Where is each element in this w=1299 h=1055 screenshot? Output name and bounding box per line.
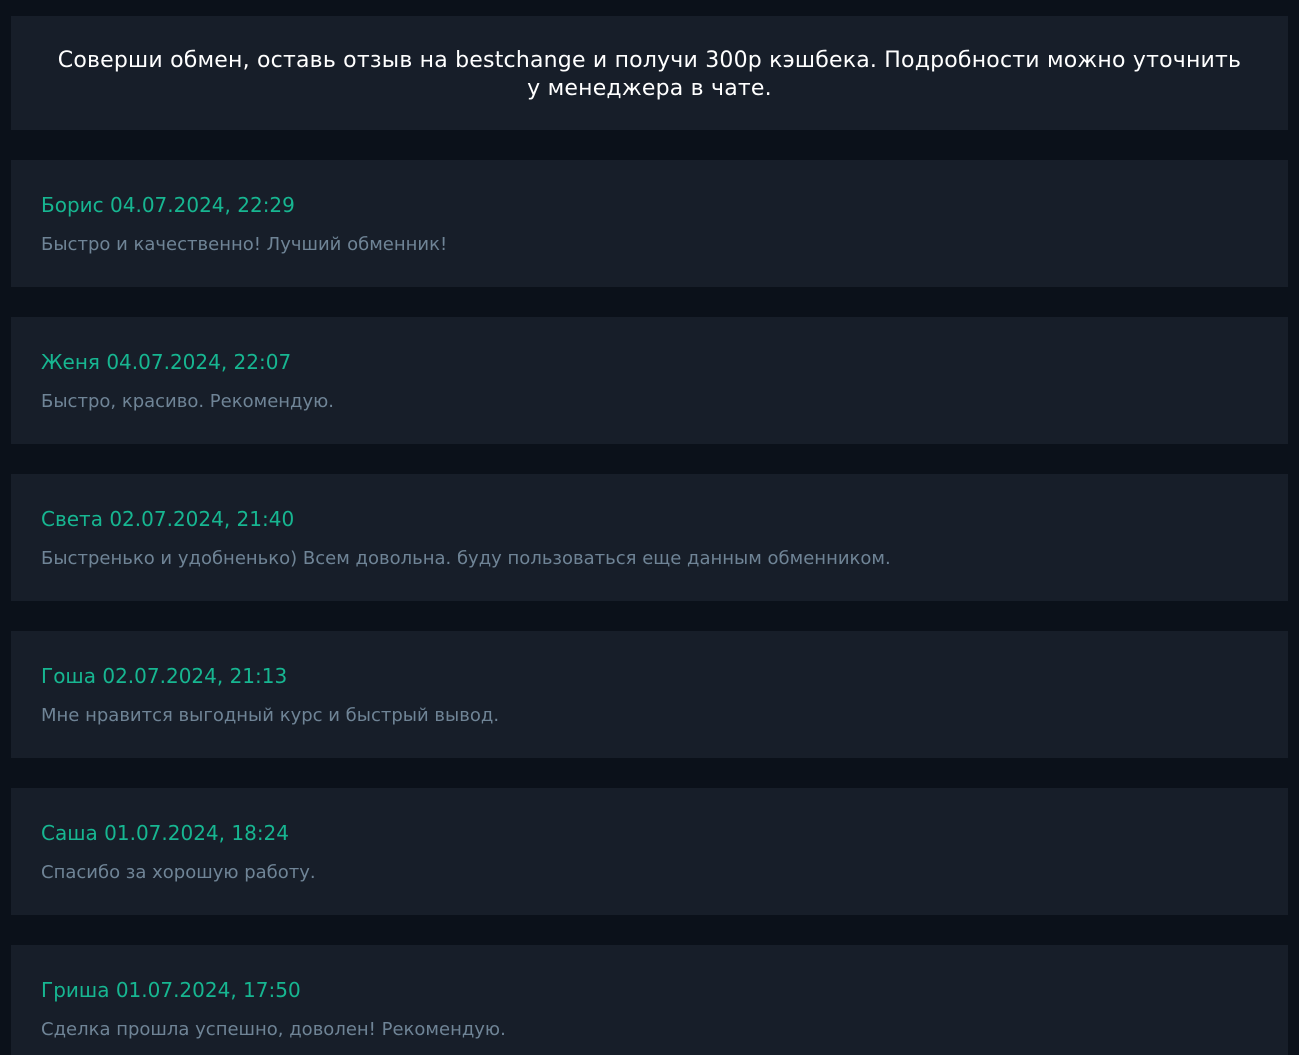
reviews-list: Борис 04.07.2024, 22:29 Быстро и качеств… [11,160,1288,1055]
review-datetime: 04.07.2024, 22:29 [110,193,295,217]
review-datetime: 02.07.2024, 21:40 [109,507,295,531]
cashback-banner-text: Соверши обмен, оставь отзыв на bestchang… [57,48,1242,101]
review-text: Сделка прошла успешно, доволен! Рекоменд… [41,1019,506,1040]
review-datetime: 01.07.2024, 17:50 [115,978,301,1002]
review-header: Саша 01.07.2024, 18:24 [41,821,1258,845]
review-header: Гриша 01.07.2024, 17:50 [41,978,1258,1002]
review-header: Борис 04.07.2024, 22:29 [41,193,1258,217]
review-card: Гриша 01.07.2024, 17:50 Сделка прошла ус… [11,945,1288,1055]
review-card: Гоша 02.07.2024, 21:13 Мне нравится выго… [11,631,1288,758]
review-datetime: 02.07.2024, 21:13 [102,664,288,688]
review-author: Света [41,507,103,531]
review-card: Борис 04.07.2024, 22:29 Быстро и качеств… [11,160,1288,287]
review-card: Женя 04.07.2024, 22:07 Быстро, красиво. … [11,317,1288,444]
review-header: Света 02.07.2024, 21:40 [41,507,1258,531]
review-header: Гоша 02.07.2024, 21:13 [41,664,1258,688]
reviews-page: Соверши обмен, оставь отзыв на bestchang… [0,0,1299,1055]
review-text: Быстро и качественно! Лучший обменник! [41,234,448,255]
review-author: Женя [41,350,100,374]
review-text: Быстро, красиво. Рекомендую. [41,391,335,412]
review-author: Гоша [41,664,96,688]
review-author: Борис [41,193,104,217]
review-text: Спасибо за хорошую работу. [41,862,316,883]
review-datetime: 01.07.2024, 18:24 [104,821,290,845]
review-datetime: 04.07.2024, 22:07 [106,350,292,374]
review-card: Саша 01.07.2024, 18:24 Спасибо за хорошу… [11,788,1288,915]
review-header: Женя 04.07.2024, 22:07 [41,350,1258,374]
cashback-banner: Соверши обмен, оставь отзыв на bestchang… [11,16,1288,130]
review-text: Мне нравится выгодный курс и быстрый выв… [41,705,500,726]
review-text: Быстренько и удобненько) Всем довольна. … [41,548,891,569]
review-author: Саша [41,821,98,845]
review-card: Света 02.07.2024, 21:40 Быстренько и удо… [11,474,1288,601]
review-author: Гриша [41,978,110,1002]
